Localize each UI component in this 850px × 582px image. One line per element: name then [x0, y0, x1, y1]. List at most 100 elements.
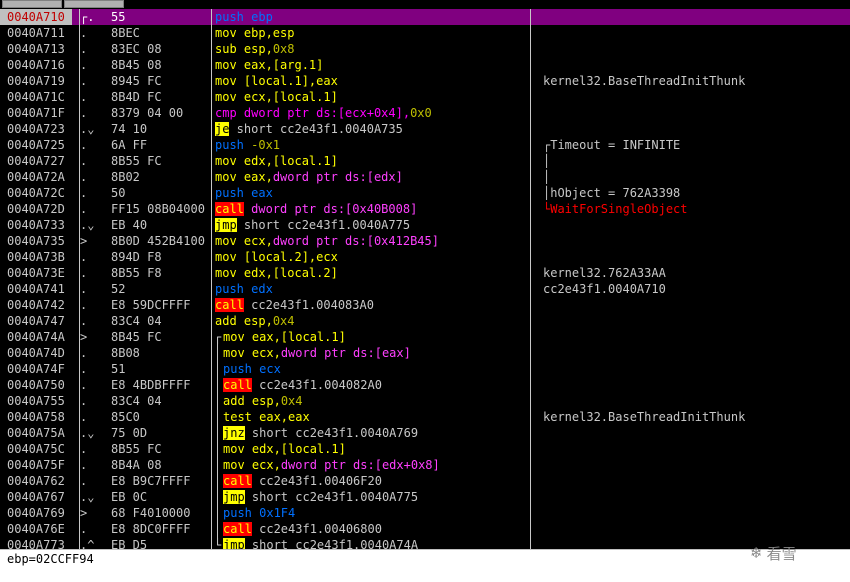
instruction-cell: mov ebp,esp [215, 25, 529, 41]
disasm-row[interactable]: 0040A73E. 8B55 F8 mov edx,[local.2] kernel3… [0, 265, 850, 281]
instruction-token: mov [223, 458, 245, 472]
instruction-token: mov [215, 26, 237, 40]
address-cell: 0040A73B [7, 250, 65, 264]
jump-marker: . [80, 250, 88, 264]
disasm-row[interactable]: 0040A769 >68 F4010000 push 0x1F4 [0, 505, 850, 521]
disasm-row[interactable]: 0040A716. 8B45 08 mov eax,[arg.1] [0, 57, 850, 73]
disasm-row[interactable]: 0040A74A>8B45 FCmov eax,[local.1]┌ [0, 329, 850, 345]
disasm-row[interactable]: 0040A73B. 894D F8 mov [local.2],ecx [0, 249, 850, 265]
disasm-row[interactable]: 0040A758. 85C0 test eax,eax kernel32.BaseTh… [0, 409, 850, 425]
toolbar-tab[interactable] [64, 0, 124, 8]
jump-marker: .⌄ [80, 490, 95, 504]
address-cell: 0040A747 [7, 314, 65, 328]
jump-marker: . [80, 266, 88, 280]
disasm-row[interactable]: 0040A719. 8945 FC mov [local.1],eax kernel3… [0, 73, 850, 89]
comment-cell: │ [543, 154, 551, 168]
instruction-token: eax, [236, 170, 273, 184]
disasm-row[interactable]: 0040A750. E8 4BDBFFFF call cc2e43f1.004082… [0, 377, 850, 393]
instruction-token: mov [215, 74, 237, 88]
disasm-row[interactable]: 0040A747. 83C4 04 add esp,0x4 [0, 313, 850, 329]
address-cell: 0040A71F [7, 106, 65, 120]
instruction-token: edx,[local.1] [236, 154, 338, 168]
jump-marker: . [80, 474, 88, 488]
instruction-token: esp, [236, 42, 273, 56]
disasm-row[interactable]: 0040A735 >8B0D 452B4100 mov ecx,dword ptr … [0, 233, 850, 249]
instruction-cell: mov eax,[local.1] [223, 329, 537, 345]
disasm-row[interactable]: 0040A723 .⌄ 74 10 je short cc2e43f1.0040A73… [0, 121, 850, 137]
disasm-row[interactable]: 0040A75C. 8B55 FC mov edx,[local.1] [0, 441, 850, 457]
disasm-row[interactable]: 0040A727. 8B55 FC mov edx,[local.1] │ [0, 153, 850, 169]
instruction-token: test [223, 410, 252, 424]
instruction-token: short cc2e43f1.0040A775 [244, 490, 419, 504]
jump-marker: . [80, 522, 88, 536]
instruction-cell: sub esp,0x8 [215, 41, 529, 57]
comment-cell: └WaitForSingleObject [543, 202, 688, 216]
address-cell: 0040A767 [7, 490, 65, 504]
instruction-token: mov [215, 234, 237, 248]
instruction-token: ebp,esp [236, 26, 295, 40]
disasm-row[interactable]: 0040A74D. 8B08 mov ecx,dword ptr ds:[eax] [0, 345, 850, 361]
disasm-row[interactable]: 0040A711. 8BEC mov ebp,esp [0, 25, 850, 41]
watermark: ❄ 看雪 [750, 538, 842, 568]
instruction-cell: mov edx,[local.1] [223, 441, 537, 457]
address-cell: 0040A71C [7, 90, 65, 104]
address-cell: 0040A73E [7, 266, 65, 280]
jump-marker: . [80, 378, 88, 392]
disasm-row[interactable]: 0040A72A. 8B02 mov eax,dword ptr ds:[edx] │ [0, 169, 850, 185]
instruction-cell: jmp short cc2e43f1.0040A775 [223, 489, 537, 505]
address-cell: 0040A725 [7, 138, 65, 152]
jump-marker: . [80, 138, 88, 152]
instruction-token: edx [243, 282, 273, 296]
disasm-row[interactable]: 0040A72C. 50 push eax │hObject = 762A3398 [0, 185, 850, 201]
address-cell: 0040A711 [7, 26, 65, 40]
disasm-row[interactable]: 0040A71C. 8B4D FC mov ecx,[local.1] [0, 89, 850, 105]
hex-bytes-cell: E8 4BDBFFFF [111, 378, 191, 392]
hex-bytes-cell: 8B0D 452B4100 [111, 234, 205, 248]
instruction-token: 0x1F4 [251, 506, 296, 520]
disasm-row[interactable]: 0040A767 .⌄ EB 0C jmp short cc2e43f1.0040A7… [0, 489, 850, 505]
hex-bytes-cell: E8 8DC0FFFF [111, 522, 191, 536]
comment-cell: │ [543, 170, 551, 184]
jump-marker: . [80, 26, 88, 40]
toolbar-tab[interactable] [2, 0, 62, 8]
instruction-token: dword ptr ds:[edx] [272, 170, 403, 184]
disasm-row[interactable]: 0040A71F. 8379 04 00 cmp dword ptr ds:[ecx… [0, 105, 850, 121]
address-cell: 0040A72C [7, 186, 65, 200]
hex-bytes-cell: 8B55 FC [111, 154, 162, 168]
instruction-token: [local.1],eax [236, 74, 338, 88]
disasm-row[interactable]: 0040A713. 83EC 08 sub esp,0x8 [0, 41, 850, 57]
instruction-token: mov [215, 90, 237, 104]
disasm-row[interactable]: 0040A733 .⌄ EB 40 jmp short cc2e43f1.0040A7… [0, 217, 850, 233]
disasm-row[interactable]: 0040A76E. E8 8DC0FFFF call cc2e43f1.004068… [0, 521, 850, 537]
instruction-token: esp, [244, 394, 281, 408]
instruction-token: eax,eax [251, 410, 310, 424]
disasm-row[interactable]: 0040A74F. 51 push ecx [0, 361, 850, 377]
instruction-token: call [215, 298, 244, 312]
disasm-row[interactable]: 0040A755. 83C4 04 add esp,0x4 [0, 393, 850, 409]
disasm-row[interactable]: 0040A72D. FF15 08B04000 call dword ptr ds:… [0, 201, 850, 217]
jump-marker: . [80, 170, 88, 184]
instruction-token: dword ptr ds:[edx+0x8] [280, 458, 440, 472]
instruction-token: [local.2],ecx [236, 250, 338, 264]
jump-marker: . [80, 362, 88, 376]
disassembly-view[interactable]: 0040A710 ┌. 55 push ebp 0040A711. 8BEC mov ebp… [0, 9, 850, 552]
disasm-row[interactable]: 0040A762. E8 B9C7FFFF call cc2e43f1.00406F… [0, 473, 850, 489]
disasm-row[interactable]: 0040A710 ┌. 55 push ebp [0, 9, 850, 25]
instruction-token: push [215, 186, 244, 200]
disasm-row[interactable]: 0040A725. 6A FF push -0x1 ┌Timeout = INFINI… [0, 137, 850, 153]
disasm-row[interactable]: 0040A742. E8 59DCFFFF call cc2e43f1.004083… [0, 297, 850, 313]
hex-bytes-cell: 55 [111, 10, 126, 24]
instruction-cell: mov ecx,[local.1] [215, 89, 529, 105]
jump-marker: .⌄ [80, 122, 95, 136]
disasm-row[interactable]: 0040A741. 52 push edx cc2e43f1.0040A710 [0, 281, 850, 297]
disasm-row[interactable]: 0040A75F. 8B4A 08 mov ecx,dword ptr ds:[ed… [0, 457, 850, 473]
address-cell: 0040A750 [7, 378, 65, 392]
disasm-row[interactable]: 0040A75A .⌄ 75 0D jnz short cc2e43f1.0040A7… [0, 425, 850, 441]
instruction-token: mov [223, 330, 245, 344]
hex-bytes-cell: 894D F8 [111, 250, 162, 264]
jump-marker: . [80, 298, 88, 312]
address-cell: 0040A741 [7, 282, 65, 296]
jump-marker: . [80, 442, 88, 456]
instruction-cell: mov [local.2],ecx [215, 249, 529, 265]
instruction-token: mov [215, 266, 237, 280]
